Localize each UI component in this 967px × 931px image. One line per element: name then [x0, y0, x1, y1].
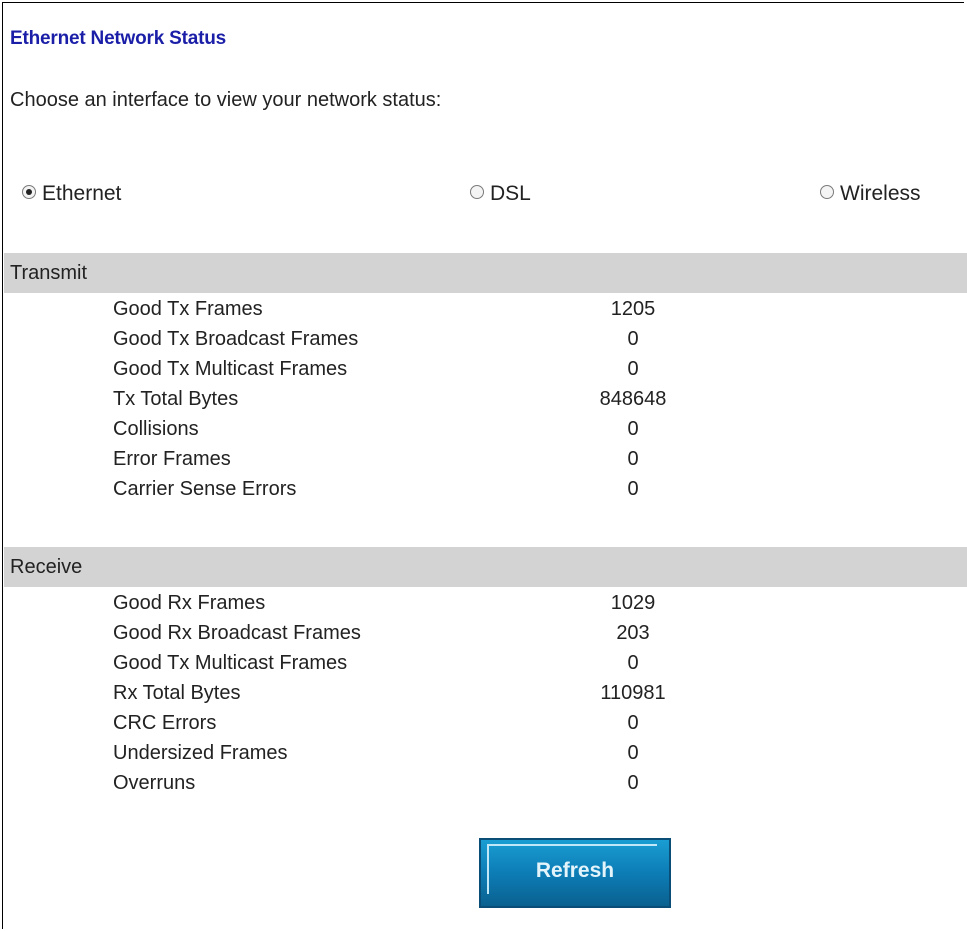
- stat-value: 848648: [599, 388, 667, 410]
- stat-label: Undersized Frames: [113, 742, 288, 764]
- radio-ethernet[interactable]: Ethernet: [22, 182, 121, 206]
- table-row: Error Frames 0: [0, 446, 967, 476]
- stat-value: 110981: [600, 682, 666, 704]
- stat-label: Good Tx Multicast Frames: [113, 652, 348, 674]
- table-row: Good Rx Frames 1029: [0, 590, 967, 620]
- stat-label: Good Tx Multicast Frames: [113, 358, 348, 380]
- stat-value: 0: [627, 742, 639, 764]
- stat-value: 203: [616, 622, 650, 644]
- stat-label: Carrier Sense Errors: [113, 478, 297, 500]
- stat-value: 0: [627, 712, 639, 734]
- table-row: Collisions 0: [0, 416, 967, 446]
- stat-value: 0: [627, 328, 639, 350]
- table-row: Tx Total Bytes 848648: [0, 386, 967, 416]
- stat-label: CRC Errors: [113, 712, 217, 734]
- table-row: Undersized Frames 0: [0, 740, 967, 770]
- stat-label: Error Frames: [113, 448, 231, 470]
- stat-value: 1205: [610, 298, 656, 320]
- radio-unselected-icon[interactable]: [470, 185, 484, 199]
- refresh-button[interactable]: Refresh: [479, 838, 671, 908]
- radio-ethernet-label: Ethernet: [42, 182, 122, 205]
- stat-label: Good Rx Frames: [113, 592, 266, 614]
- stat-value: 0: [627, 652, 639, 674]
- table-row: Rx Total Bytes 110981: [0, 680, 967, 710]
- radio-dsl[interactable]: DSL: [470, 182, 531, 206]
- stat-label: Overruns: [113, 772, 196, 794]
- table-row: Good Tx Broadcast Frames 0: [0, 326, 967, 356]
- stat-value: 0: [627, 772, 639, 794]
- transmit-heading: Transmit: [10, 261, 88, 284]
- receive-heading: Receive: [10, 555, 83, 578]
- table-row: Overruns 0: [0, 770, 967, 800]
- table-row: Good Tx Multicast Frames 0: [0, 356, 967, 386]
- stat-label: Good Tx Frames: [113, 298, 263, 320]
- transmit-section-header: Transmit: [4, 253, 967, 293]
- table-row: Carrier Sense Errors 0: [0, 476, 967, 506]
- interface-instruction: Choose an interface to view your network…: [10, 89, 442, 111]
- stat-value: 1029: [610, 592, 656, 614]
- refresh-button-label: Refresh: [535, 859, 615, 882]
- radio-selected-icon[interactable]: [22, 185, 36, 199]
- radio-unselected-icon[interactable]: [820, 185, 834, 199]
- stat-value: 0: [627, 358, 639, 380]
- radio-wireless-label: Wireless: [840, 182, 921, 205]
- stat-label: Good Rx Broadcast Frames: [113, 622, 361, 644]
- page-title: Ethernet Network Status: [10, 28, 227, 49]
- stat-label: Tx Total Bytes: [113, 388, 239, 410]
- radio-wireless[interactable]: Wireless: [820, 182, 921, 206]
- stat-label: Good Tx Broadcast Frames: [113, 328, 359, 350]
- table-row: Good Rx Broadcast Frames 203: [0, 620, 967, 650]
- table-row: Good Tx Multicast Frames 0: [0, 650, 967, 680]
- stat-label: Rx Total Bytes: [113, 682, 241, 704]
- table-row: CRC Errors 0: [0, 710, 967, 740]
- stat-value: 0: [627, 448, 639, 470]
- radio-dsl-label: DSL: [490, 182, 531, 205]
- stat-label: Collisions: [113, 418, 199, 440]
- receive-section-header: Receive: [4, 547, 967, 587]
- stat-value: 0: [627, 418, 639, 440]
- stat-value: 0: [627, 478, 639, 500]
- table-row: Good Tx Frames 1205: [0, 296, 967, 326]
